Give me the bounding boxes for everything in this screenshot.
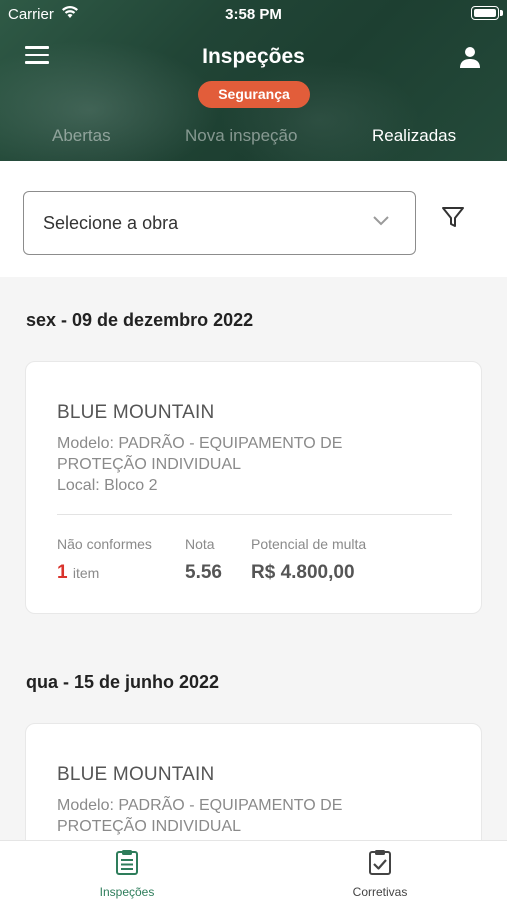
card-model-line: PROTEÇÃO INDIVIDUAL bbox=[57, 456, 242, 473]
tab-bar: Abertas Nova inspeção Realizadas bbox=[0, 126, 507, 150]
nav-corretivas[interactable]: Corretivas bbox=[300, 841, 460, 900]
date-heading: sex - 09 de dezembro 2022 bbox=[26, 310, 254, 330]
card-details: Modelo: PADRÃO - EQUIPAMENTO DE PROTEÇÃO… bbox=[57, 795, 457, 837]
chevron-down-icon bbox=[373, 216, 389, 226]
grade-value: 5.56 bbox=[185, 562, 222, 583]
tab-nova-inspecao[interactable]: Nova inspeção bbox=[185, 126, 297, 146]
user-profile-icon[interactable] bbox=[458, 45, 482, 69]
date-heading: qua - 15 de junho 2022 bbox=[26, 672, 220, 692]
inspection-card[interactable]: BLUE MOUNTAIN Modelo: PADRÃO - EQUIPAMEN… bbox=[25, 361, 482, 614]
fine-label: Potencial de multa bbox=[251, 536, 367, 552]
nonconform-value: 1 item bbox=[57, 562, 99, 584]
page-title: Inspeções bbox=[202, 45, 305, 68]
fine-value: R$ 4.800,00 bbox=[251, 562, 355, 583]
card-location: Local: Bloco 2 bbox=[57, 477, 158, 494]
category-badge: Segurança bbox=[198, 81, 310, 108]
card-title: BLUE MOUNTAIN bbox=[57, 764, 215, 785]
nonconform-count: 1 bbox=[57, 562, 68, 583]
tab-realizadas[interactable]: Realizadas bbox=[372, 126, 456, 146]
nonconform-unit: item bbox=[72, 565, 100, 581]
obra-select-value: Selecione a obra bbox=[43, 213, 179, 233]
battery-icon bbox=[471, 6, 503, 20]
card-details: Modelo: PADRÃO - EQUIPAMENTO DE PROTEÇÃO… bbox=[57, 433, 457, 496]
filter-area: Selecione a obra bbox=[0, 161, 507, 277]
grade-label: Nota bbox=[185, 536, 215, 552]
filter-icon[interactable] bbox=[441, 205, 465, 229]
card-title: BLUE MOUNTAIN bbox=[57, 402, 215, 423]
card-model-line: PROTEÇÃO INDIVIDUAL bbox=[57, 818, 242, 835]
card-divider bbox=[57, 514, 452, 515]
status-bar: Carrier 3:58 PM bbox=[0, 0, 507, 30]
clipboard-check-icon bbox=[369, 850, 391, 875]
bottom-navigation: Inspeções Corretivas bbox=[0, 840, 507, 900]
clock: 3:58 PM bbox=[225, 6, 282, 23]
nonconform-label: Não conformes bbox=[57, 536, 152, 552]
card-model-line: Modelo: PADRÃO - EQUIPAMENTO DE bbox=[57, 435, 343, 452]
obra-select[interactable]: Selecione a obra bbox=[23, 191, 416, 255]
tab-abertas[interactable]: Abertas bbox=[52, 126, 111, 146]
clipboard-list-icon bbox=[116, 850, 138, 875]
app-header: Carrier 3:58 PM Inspeções Segurança Aber… bbox=[0, 0, 507, 161]
nav-label: Inspeções bbox=[99, 885, 155, 899]
nav-inspecoes[interactable]: Inspeções bbox=[47, 841, 207, 900]
card-model-line: Modelo: PADRÃO - EQUIPAMENTO DE bbox=[57, 797, 343, 814]
nav-label: Corretivas bbox=[352, 885, 408, 899]
